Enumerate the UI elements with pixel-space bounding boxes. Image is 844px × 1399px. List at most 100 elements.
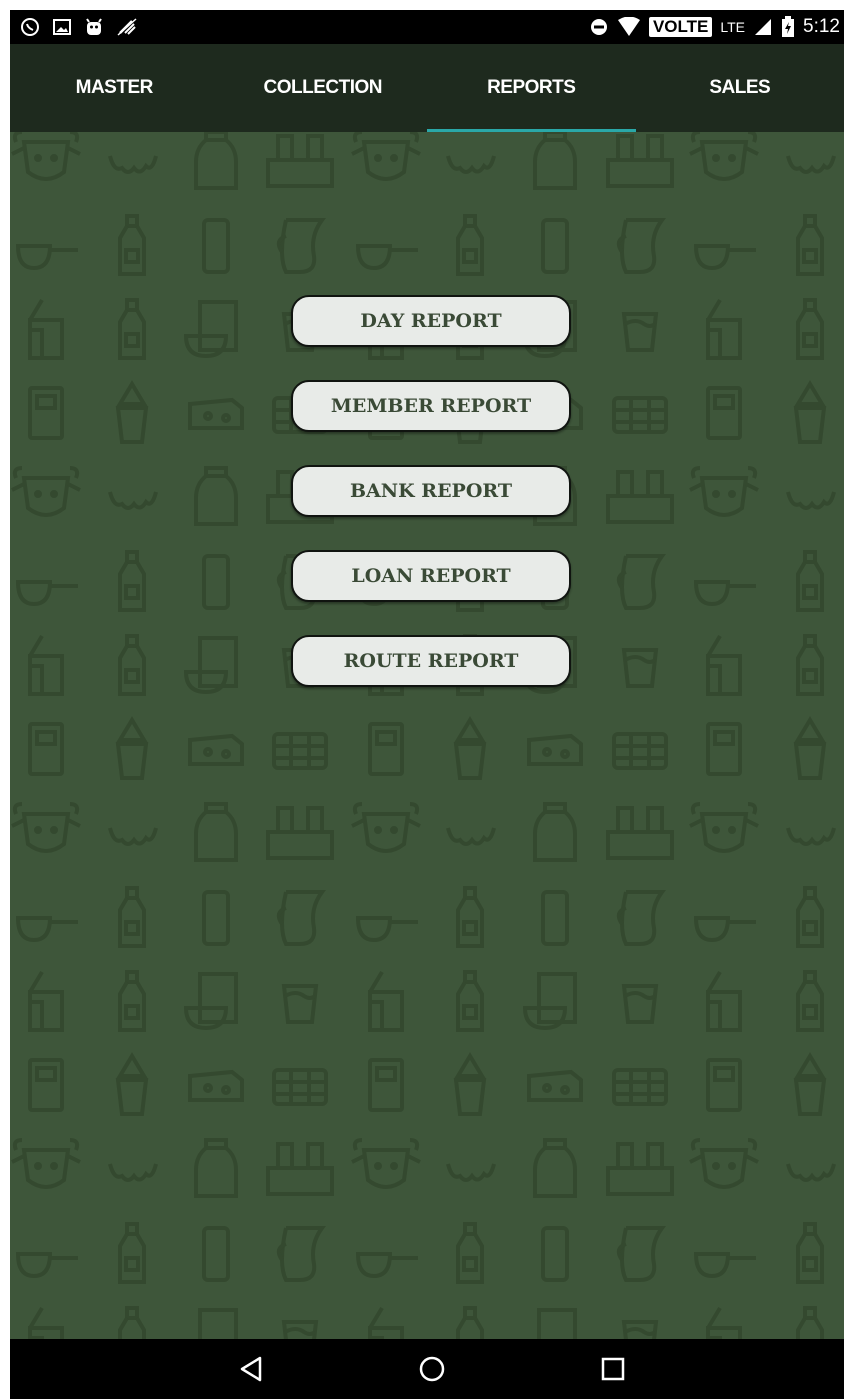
home-icon[interactable] bbox=[418, 1355, 446, 1383]
pattern-pan-icon bbox=[16, 1252, 80, 1278]
pattern-egg-icon bbox=[272, 1068, 328, 1106]
pattern-shaker-icon bbox=[454, 1054, 486, 1116]
pattern-bottle-icon bbox=[118, 634, 146, 696]
pattern-udder-icon bbox=[446, 826, 496, 846]
do-not-disturb-icon bbox=[589, 17, 609, 37]
pattern-udder-icon bbox=[108, 490, 158, 510]
pattern-bottle-icon bbox=[796, 970, 824, 1032]
bank-report-button[interactable]: BANK REPORT bbox=[291, 465, 571, 517]
pattern-cow-icon bbox=[350, 132, 422, 181]
pattern-glass-icon bbox=[541, 218, 569, 274]
navigation-bar bbox=[10, 1339, 844, 1399]
pattern-bottle-icon bbox=[118, 886, 146, 948]
pattern-crate-icon bbox=[266, 1142, 334, 1196]
android-icon bbox=[84, 17, 104, 37]
pattern-udder-icon bbox=[786, 1162, 836, 1182]
pattern-pan-icon bbox=[694, 916, 758, 942]
pattern-udder-icon bbox=[786, 154, 836, 174]
pattern-pan-icon bbox=[694, 580, 758, 606]
pattern-tray-icon bbox=[28, 722, 64, 776]
tab-reports[interactable]: REPORTS bbox=[427, 44, 636, 132]
pattern-cow-icon bbox=[10, 132, 82, 181]
pattern-glass-icon bbox=[202, 218, 230, 274]
pattern-carton-icon bbox=[706, 970, 742, 1032]
pattern-pan-icon bbox=[356, 244, 420, 270]
pattern-jar-icon bbox=[194, 132, 238, 190]
pattern-tray-icon bbox=[368, 722, 404, 776]
pattern-pan-icon bbox=[694, 1252, 758, 1278]
pattern-egg-icon bbox=[612, 732, 668, 770]
pattern-tray-icon bbox=[706, 1058, 742, 1112]
pattern-carton-icon bbox=[368, 1306, 404, 1339]
recents-icon[interactable] bbox=[600, 1356, 626, 1382]
loan-report-button[interactable]: LOAN REPORT bbox=[291, 550, 571, 602]
pattern-shaker-icon bbox=[794, 718, 826, 780]
pattern-tray-icon bbox=[706, 386, 742, 440]
pattern-jar-icon bbox=[533, 132, 577, 190]
pattern-shaker-icon bbox=[116, 382, 148, 444]
pattern-pan-icon bbox=[16, 244, 80, 270]
back-icon[interactable] bbox=[238, 1355, 264, 1383]
pattern-cup-icon bbox=[622, 312, 658, 352]
pattern-carton-icon bbox=[706, 1306, 742, 1339]
pattern-udder-icon bbox=[108, 154, 158, 174]
route-report-button[interactable]: ROUTE REPORT bbox=[291, 635, 571, 687]
pattern-cow-icon bbox=[688, 802, 760, 853]
satellite-off-icon bbox=[116, 17, 138, 37]
pattern-tray-icon bbox=[28, 1058, 64, 1112]
pattern-bottle-icon bbox=[118, 970, 146, 1032]
pattern-tray-icon bbox=[706, 722, 742, 776]
pattern-crate-icon bbox=[606, 134, 674, 188]
pattern-jug-icon bbox=[276, 890, 324, 946]
tab-master[interactable]: MASTER bbox=[10, 44, 219, 132]
tab-bar: MASTER COLLECTION REPORTS SALES bbox=[10, 44, 844, 132]
pattern-carton-icon bbox=[28, 298, 64, 360]
pattern-crate-icon bbox=[266, 806, 334, 860]
pattern-egg-icon bbox=[612, 1068, 668, 1106]
pattern-bottle-icon bbox=[456, 886, 484, 948]
pattern-cup-icon bbox=[282, 1320, 318, 1339]
tab-sales[interactable]: SALES bbox=[636, 44, 844, 132]
pattern-bowl-icon bbox=[523, 1308, 577, 1339]
pattern-jug-icon bbox=[616, 554, 664, 610]
pattern-cheese-icon bbox=[527, 734, 583, 766]
pattern-jar-icon bbox=[194, 466, 238, 526]
pattern-bottle-icon bbox=[456, 1306, 484, 1339]
member-report-button[interactable]: MEMBER REPORT bbox=[291, 380, 571, 432]
pattern-pan-icon bbox=[356, 1252, 420, 1278]
pattern-carton-icon bbox=[706, 298, 742, 360]
app-screen: VOLTE LTE 5:12 MASTER COLLECTION REPORTS… bbox=[10, 10, 844, 1399]
pattern-cheese-icon bbox=[188, 1070, 244, 1102]
pattern-bottle-icon bbox=[118, 1306, 146, 1339]
wifi-icon bbox=[617, 17, 641, 37]
pattern-bottle-icon bbox=[796, 886, 824, 948]
pattern-bottle-icon bbox=[118, 550, 146, 612]
pattern-cow-icon bbox=[10, 466, 82, 517]
pattern-bowl-icon bbox=[184, 300, 238, 358]
pattern-cow-icon bbox=[688, 132, 760, 181]
pattern-bottle-icon bbox=[118, 298, 146, 360]
pattern-cup-icon bbox=[622, 984, 658, 1024]
pattern-jug-icon bbox=[276, 218, 324, 274]
pattern-glass-icon bbox=[202, 554, 230, 610]
pattern-udder-icon bbox=[786, 826, 836, 846]
pattern-cup-icon bbox=[622, 648, 658, 688]
pattern-udder-icon bbox=[786, 490, 836, 510]
pattern-cup-icon bbox=[282, 984, 318, 1024]
pattern-udder-icon bbox=[108, 1162, 158, 1182]
pattern-carton-icon bbox=[28, 634, 64, 696]
tab-collection[interactable]: COLLECTION bbox=[219, 44, 428, 132]
pattern-bowl-icon bbox=[184, 972, 238, 1030]
pattern-egg-icon bbox=[272, 732, 328, 770]
pattern-bottle-icon bbox=[796, 1306, 824, 1339]
pattern-crate-icon bbox=[606, 806, 674, 860]
pattern-carton-icon bbox=[706, 634, 742, 696]
pattern-crate-icon bbox=[606, 470, 674, 524]
pattern-carton-icon bbox=[368, 970, 404, 1032]
pattern-bottle-icon bbox=[796, 550, 824, 612]
pattern-shaker-icon bbox=[794, 382, 826, 444]
pattern-bottle-icon bbox=[456, 1222, 484, 1284]
day-report-button[interactable]: DAY REPORT bbox=[291, 295, 571, 347]
pattern-udder-icon bbox=[446, 154, 496, 174]
pattern-cow-icon bbox=[10, 1138, 82, 1189]
